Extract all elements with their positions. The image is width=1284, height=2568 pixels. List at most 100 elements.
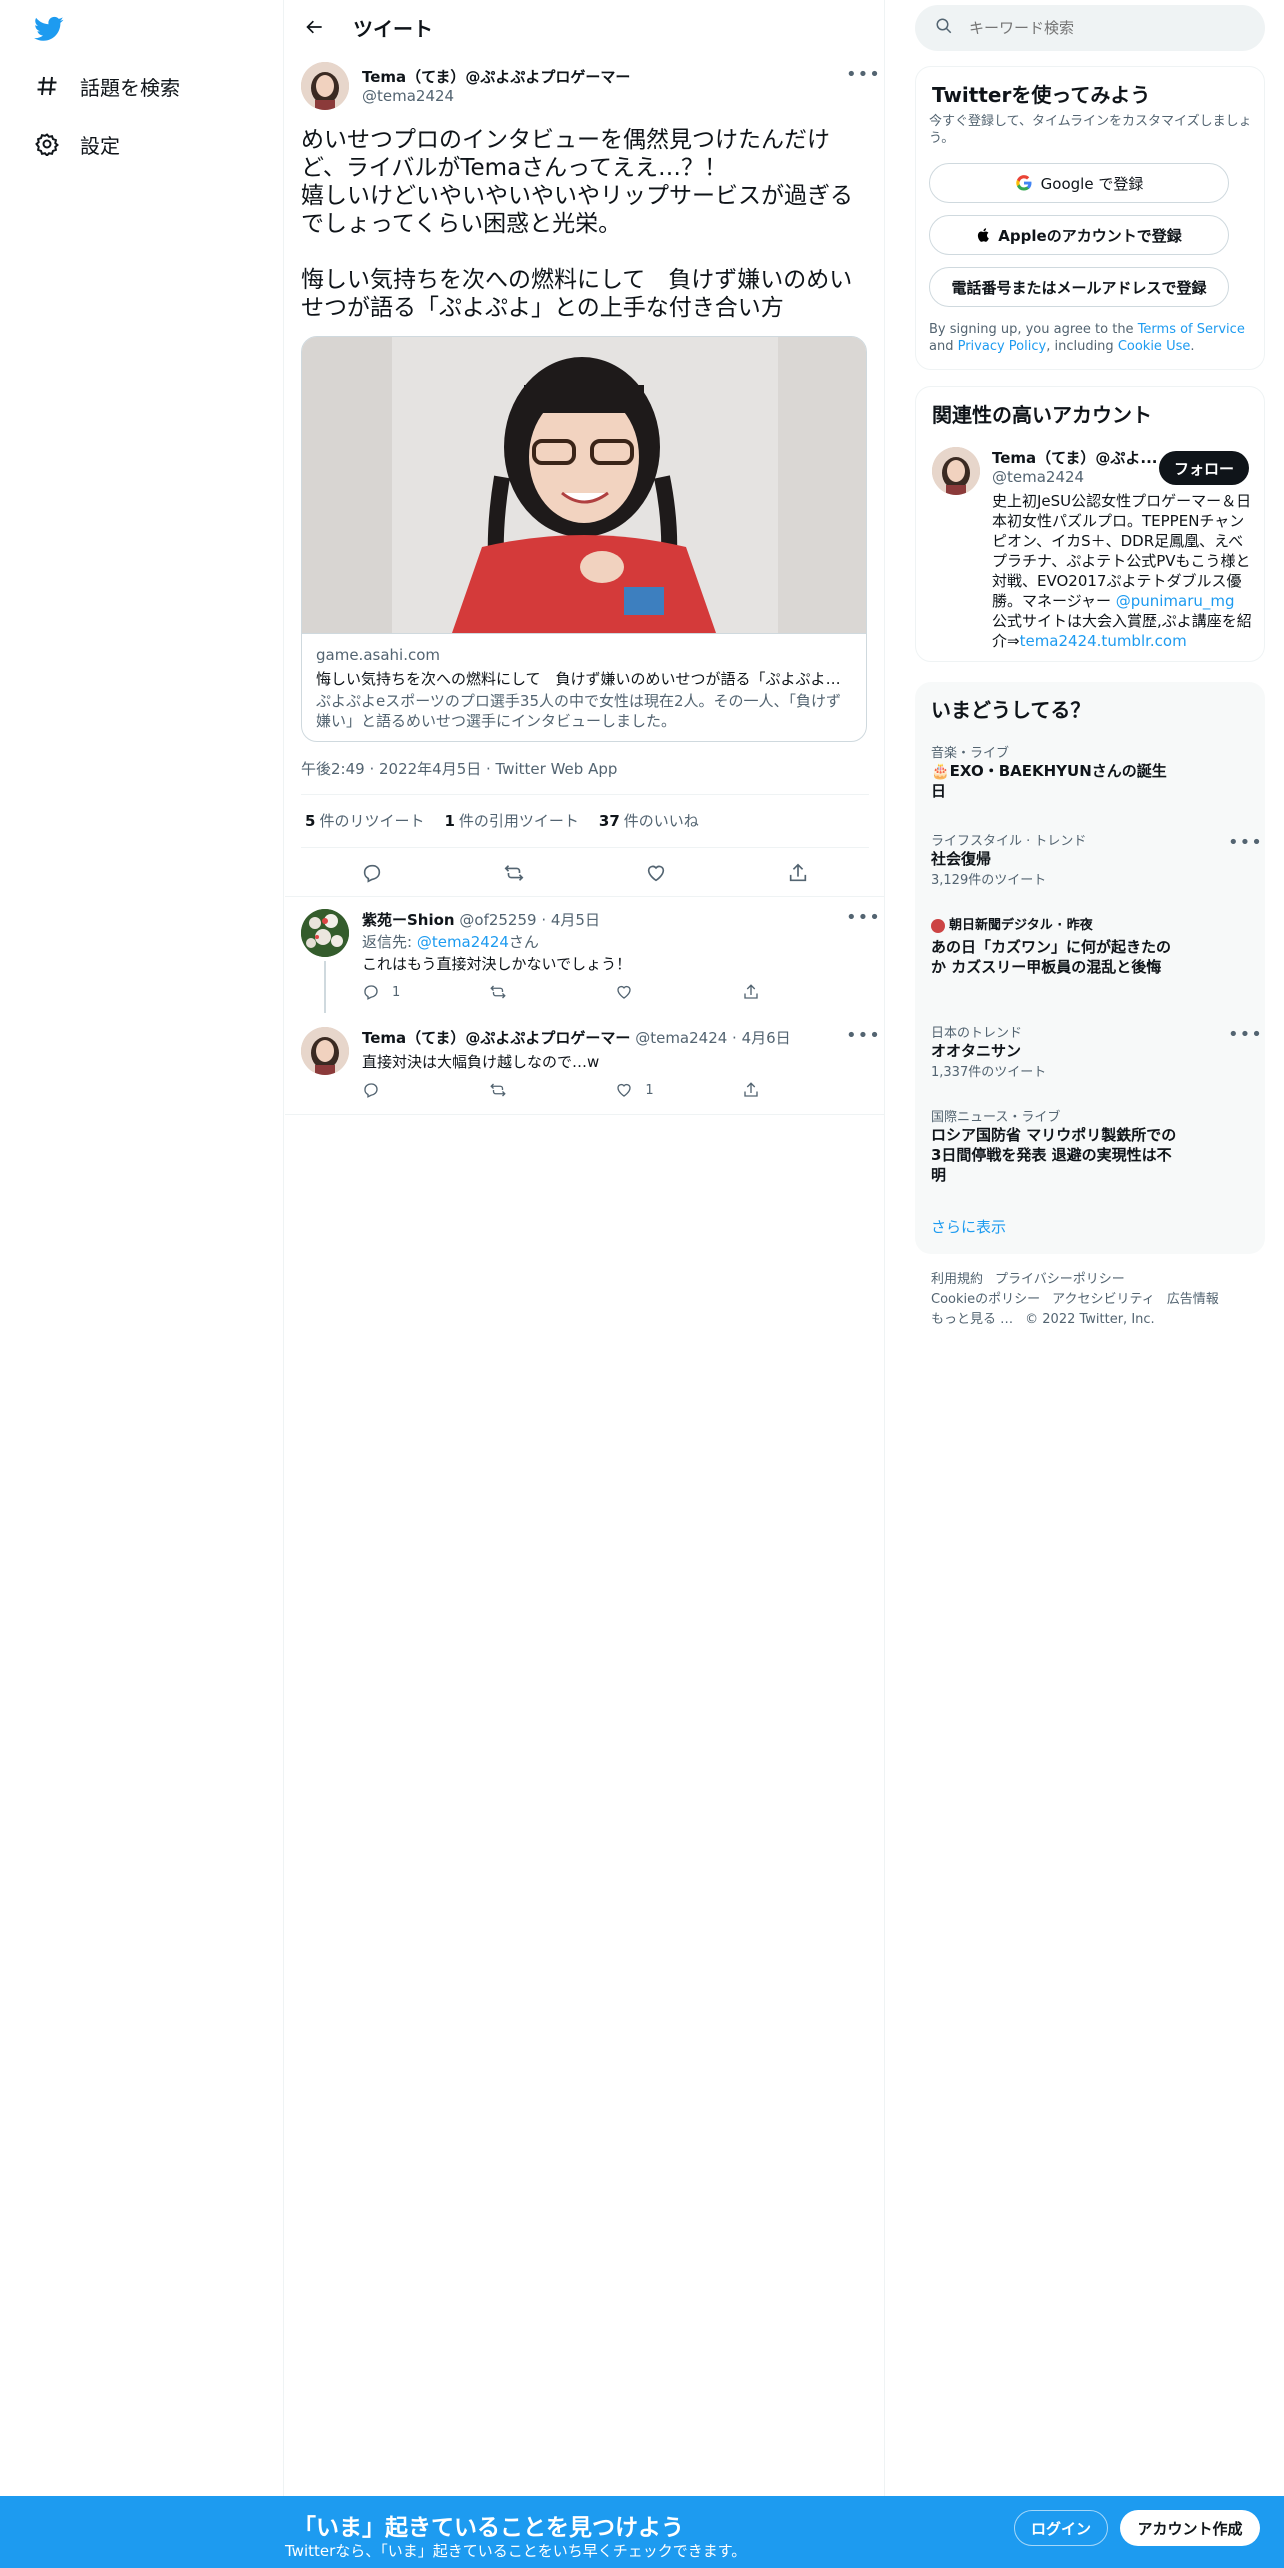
reply-icon <box>364 1083 378 1098</box>
likes-stat[interactable]: 37 件のいいね <box>599 810 699 831</box>
reply-icon <box>364 985 378 1000</box>
reply-to-line: 返信先: @tema2424さん <box>362 933 539 951</box>
signup-subtitle: 今すぐ登録して、タイムラインをカスタマイズしましょう。 <box>929 114 1252 146</box>
terms-link[interactable]: Terms of Service <box>1138 322 1245 337</box>
footer-cookie-link[interactable]: Cookieのポリシー <box>931 1292 1040 1307</box>
more-options-icon[interactable]: ••• <box>846 1025 881 1046</box>
reply-actions: 1 <box>362 983 782 1001</box>
reply-text: 直接対決は大幅負け越しなので…w <box>362 1053 600 1071</box>
reply-text: これはもう直接対決しかないでしょう！ <box>362 955 632 973</box>
trend-item[interactable]: 朝日新聞デジタル · 昨夜 あの日「カズワン」に何が起きたのか カズスリー甲板員… <box>931 914 1181 977</box>
follow-button[interactable]: フォロー <box>1159 451 1249 485</box>
reply-icon[interactable] <box>357 858 387 888</box>
search-icon <box>935 17 953 39</box>
more-options-icon[interactable]: ••• <box>1228 832 1263 853</box>
reply-author-avatar[interactable] <box>301 909 349 957</box>
search-box[interactable] <box>915 5 1265 51</box>
retweet-icon[interactable] <box>499 858 529 888</box>
page-header: ツイート <box>285 0 885 54</box>
show-more-link[interactable]: さらに表示 <box>931 1216 1006 1237</box>
more-options-icon[interactable]: ••• <box>846 64 881 85</box>
reply-author-avatar[interactable] <box>301 1027 349 1075</box>
nav-explore-label: 話題を検索 <box>80 75 180 100</box>
trend-item[interactable]: 国際ニュース・ライブ ロシア国防省 マリウポリ製鉄所での3日間停戦を発表 退避の… <box>931 1106 1181 1185</box>
privacy-link[interactable]: Privacy Policy <box>958 339 1047 354</box>
cookie-link[interactable]: Cookie Use <box>1118 339 1191 354</box>
trend-item[interactable]: 音楽・ライブ 🎂EXO・BAEKHYUNさんの誕生日 <box>931 742 1181 801</box>
related-handle[interactable]: @tema2424 <box>992 468 1084 486</box>
divider <box>301 847 869 848</box>
banner-title: 「いま」起きていることを見つけよう <box>293 2515 684 2541</box>
reply-button[interactable]: 1 <box>362 983 402 1001</box>
like-button[interactable]: 1 <box>615 1081 655 1099</box>
like-button[interactable] <box>615 983 655 1001</box>
like-icon[interactable] <box>641 858 671 888</box>
reply-tweet[interactable]: Tema（てま）@ぷよぷよプロゲーマー @tema2424 · 4月6日 直接対… <box>285 1015 885 1115</box>
share-icon <box>744 984 758 999</box>
author-avatar[interactable] <box>301 62 349 110</box>
signup-box: Twitterを使ってみよう 今すぐ登録して、タイムラインをカスタマイズしましょ… <box>915 66 1265 370</box>
footer-privacy-link[interactable]: プライバシーポリシー <box>995 1272 1125 1287</box>
related-name[interactable]: Tema（てま）@ぷよ... <box>992 447 1158 468</box>
twitter-logo-icon[interactable] <box>32 14 66 44</box>
footer-more-link[interactable]: もっと見る … <box>931 1312 1013 1327</box>
retweet-icon <box>489 1083 506 1097</box>
apple-signup-button[interactable]: Appleのアカウントで登録 <box>929 215 1229 255</box>
link-card[interactable]: game.asahi.com 悔しい気持ちを次への燃料にして 負けず嫌いのめいせ… <box>301 336 867 742</box>
apple-icon <box>976 227 992 243</box>
retweet-button[interactable] <box>489 983 529 1001</box>
google-signup-button[interactable]: Google で登録 <box>929 163 1229 203</box>
trend-item[interactable]: 日本のトレンド オオタニサン 1,337件のツイート <box>931 1022 1181 1080</box>
reply-author-line[interactable]: 紫苑ーShion @of25259 · 4月5日 <box>362 909 600 930</box>
trend-item[interactable]: ライフスタイル · トレンド 社会復帰 3,129件のツイート <box>931 830 1181 888</box>
quotes-stat[interactable]: 1 件の引用ツイート <box>444 810 578 831</box>
nav-explore[interactable]: 話題を検索 <box>34 66 180 106</box>
related-accounts-box: 関連性の高いアカウント Tema（てま）@ぷよ... @tema2424 フォロ… <box>915 386 1265 662</box>
back-arrow-icon[interactable] <box>297 9 333 45</box>
related-title: 関連性の高いアカウント <box>932 403 1152 427</box>
reply-author-line[interactable]: Tema（てま）@ぷよぷよプロゲーマー @tema2424 · 4月6日 <box>362 1027 791 1048</box>
retweets-stat[interactable]: 5 件のリツイート <box>305 810 424 831</box>
phone-email-signup-button[interactable]: 電話番号またはメールアドレスで登録 <box>929 267 1229 307</box>
reply-tweet[interactable]: 紫苑ーShion @of25259 · 4月5日 返信先: @tema2424さ… <box>285 897 885 1015</box>
retweet-button[interactable] <box>489 1081 529 1099</box>
bio-mention-link[interactable]: @punimaru_mg <box>1116 592 1235 610</box>
create-account-button[interactable]: アカウント作成 <box>1120 2510 1260 2546</box>
card-body: game.asahi.com 悔しい気持ちを次への燃料にして 負けず嫌いのめいせ… <box>302 633 866 741</box>
main-column: ツイート Tema（てま）@ぷよぷよプロゲーマー @tema2424 ••• め… <box>285 0 885 2568</box>
tweet-timestamp[interactable]: 午後2:49 · 2022年4月5日 · Twitter Web App <box>301 758 617 779</box>
share-icon[interactable] <box>783 858 813 888</box>
gear-icon <box>34 131 60 157</box>
more-options-icon[interactable]: ••• <box>1228 1024 1263 1045</box>
bio-url-link[interactable]: tema2424.tumblr.com <box>1020 632 1187 650</box>
reply-to-handle[interactable]: @tema2424 <box>417 933 509 951</box>
share-icon <box>744 1082 758 1097</box>
footer-links: 利用規約 プライバシーポリシー Cookieのポリシー アクセシビリティ 広告情報 も… <box>931 1270 1261 1330</box>
share-button[interactable] <box>742 1081 782 1099</box>
divider <box>301 794 869 795</box>
search-input[interactable] <box>969 19 1163 37</box>
card-title: 悔しい気持ちを次への燃料にして 負けず嫌いのめいせつが語る「ぷよぷよ」... <box>316 670 854 688</box>
share-button[interactable] <box>742 983 782 1001</box>
author-handle[interactable]: @tema2424 <box>362 87 454 105</box>
reply-button[interactable] <box>362 1081 402 1099</box>
card-image <box>302 337 866 633</box>
news-source: 朝日新聞デジタル · 昨夜 <box>931 914 1181 933</box>
like-icon <box>617 1083 631 1097</box>
author-name[interactable]: Tema（てま）@ぷよぷよプロゲーマー <box>362 66 630 87</box>
reply-actions: 1 <box>362 1081 782 1099</box>
more-options-icon[interactable]: ••• <box>846 907 881 928</box>
tweet-actions <box>301 853 869 893</box>
footer-accessibility-link[interactable]: アクセシビリティ <box>1052 1292 1155 1307</box>
login-button[interactable]: ログイン <box>1014 2510 1108 2546</box>
bottom-signup-banner: 「いま」起きていることを見つけよう Twitterなら、「いま」起きていることを… <box>0 2496 1284 2568</box>
related-avatar[interactable] <box>932 447 980 495</box>
related-bio: 史上初JeSU公認女性プロゲーマー＆日本初女性パズルプロ。TEPPENチャンピオ… <box>992 492 1252 650</box>
footer-ads-link[interactable]: 広告情報 <box>1167 1292 1219 1307</box>
page-title: ツイート <box>353 16 433 41</box>
trends-box: いまどうしてる？ 音楽・ライブ 🎂EXO・BAEKHYUNさんの誕生日 ライフス… <box>915 682 1265 1254</box>
banner-subtitle: Twitterなら、「いま」起きていることをいち早くチェックできます。 <box>285 2542 747 2560</box>
news-source-avatar <box>931 918 945 933</box>
footer-terms-link[interactable]: 利用規約 <box>931 1272 983 1287</box>
nav-settings[interactable]: 設定 <box>34 124 120 164</box>
